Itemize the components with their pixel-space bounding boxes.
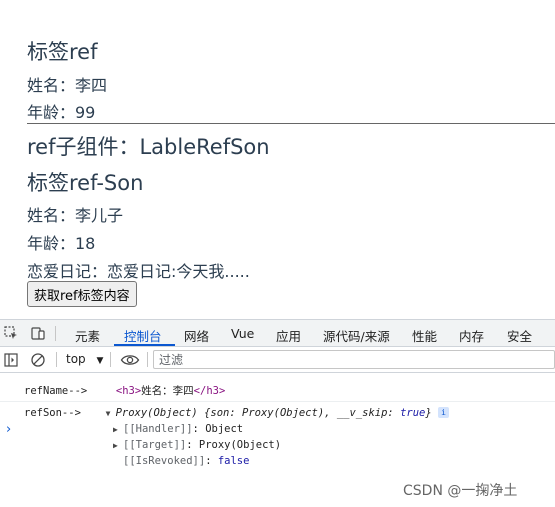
age-line: 年龄：99 bbox=[27, 103, 96, 122]
devtools-tab-bar: 元素 控制台 网络 Vue 应用 源代码/来源 性能 内存 安全 bbox=[0, 320, 555, 347]
prop-revoked-value: false bbox=[217, 455, 250, 467]
tab-separator bbox=[55, 326, 56, 341]
device-toolbar-icon[interactable] bbox=[30, 325, 46, 341]
tab-sources[interactable]: 源代码/来源 bbox=[323, 326, 390, 345]
log-label: refSon--> bbox=[24, 407, 81, 419]
prop-handler-key: [[Handler]] bbox=[123, 423, 193, 435]
tab-vue[interactable]: Vue bbox=[231, 326, 254, 341]
expand-triangle-icon[interactable]: ▼ bbox=[106, 409, 116, 418]
son-age-line: 年龄：18 bbox=[27, 234, 96, 253]
get-ref-content-button[interactable]: 获取ref标签内容 bbox=[27, 281, 137, 307]
console-prompt-chevron-icon[interactable]: › bbox=[6, 422, 11, 437]
tab-performance[interactable]: 性能 bbox=[412, 326, 437, 345]
toolbar-separator-3 bbox=[147, 352, 148, 367]
proxy-preview: {son: Proxy(Object), __v_skip: true} bbox=[204, 407, 432, 419]
h3-text: 姓名：李四 bbox=[141, 385, 194, 397]
log-label: refName--> bbox=[24, 385, 88, 397]
toolbar-separator bbox=[56, 352, 57, 367]
prop-revoked-key: [[IsRevoked]] bbox=[123, 455, 206, 467]
divider bbox=[27, 123, 555, 124]
context-selector[interactable]: top ▼ bbox=[66, 352, 103, 366]
tab-network[interactable]: 网络 bbox=[184, 326, 209, 345]
heading-ref: 标签ref bbox=[27, 40, 98, 64]
h3-open-tag: <h3> bbox=[115, 385, 142, 397]
prop-target-row[interactable]: ▶ [[Target]]: Proxy(Object) bbox=[113, 439, 281, 451]
name-line: 姓名：李四 bbox=[27, 76, 108, 95]
devtools-panel: 元素 控制台 网络 Vue 应用 源代码/来源 性能 内存 安全 top ▼ 过… bbox=[0, 319, 555, 507]
prop-target-key: [[Target]] bbox=[123, 439, 187, 451]
console-filter-input[interactable] bbox=[153, 350, 555, 369]
live-expression-eye-icon[interactable] bbox=[120, 352, 140, 368]
son-name-line: 姓名：李儿子 bbox=[27, 206, 124, 225]
console-log-refname: refName--> <h3>姓名：李四</h3> bbox=[24, 383, 225, 398]
collapsed-triangle-icon[interactable]: ▶ bbox=[113, 441, 123, 450]
inspect-element-icon[interactable] bbox=[3, 325, 19, 341]
context-value: top bbox=[66, 352, 86, 366]
clear-console-icon[interactable] bbox=[30, 352, 46, 368]
tab-application[interactable]: 应用 bbox=[276, 326, 301, 345]
watermark: CSDN @一掬净土 bbox=[403, 483, 518, 499]
tab-security[interactable]: 安全 bbox=[507, 326, 532, 345]
prop-handler-row[interactable]: ▶ [[Handler]]: Object bbox=[113, 423, 243, 435]
tab-memory[interactable]: 内存 bbox=[459, 326, 484, 345]
active-tab-indicator bbox=[114, 344, 175, 346]
toolbar-separator-2 bbox=[110, 352, 111, 367]
console-row-divider bbox=[0, 401, 555, 402]
proxy-type: Proxy(Object) bbox=[115, 407, 198, 419]
h3-close-tag: </h3> bbox=[193, 385, 226, 397]
tab-console[interactable]: 控制台 bbox=[124, 326, 162, 345]
collapsed-triangle-icon[interactable]: ▶ bbox=[113, 425, 123, 434]
son-diary-line: 恋爱日记：恋爱日记:今天我..... bbox=[27, 262, 250, 281]
chevron-down-icon: ▼ bbox=[96, 356, 104, 366]
console-toolbar: top ▼ bbox=[0, 347, 555, 373]
heading-child-component: ref子组件：LableRefSon bbox=[27, 135, 270, 159]
sidebar-toggle-icon[interactable] bbox=[3, 352, 19, 368]
prop-target-value: Proxy(Object) bbox=[198, 439, 282, 451]
tab-elements[interactable]: 元素 bbox=[75, 326, 100, 345]
prop-revoked-row: [[IsRevoked]]: false bbox=[123, 455, 250, 467]
console-log-refson[interactable]: refSon--> ▼ Proxy(Object) {son: Proxy(Obj… bbox=[24, 407, 450, 419]
info-icon[interactable]: i bbox=[438, 407, 450, 418]
prop-handler-value: Object bbox=[205, 423, 244, 435]
heading-ref-son: 标签ref-Son bbox=[27, 171, 144, 195]
